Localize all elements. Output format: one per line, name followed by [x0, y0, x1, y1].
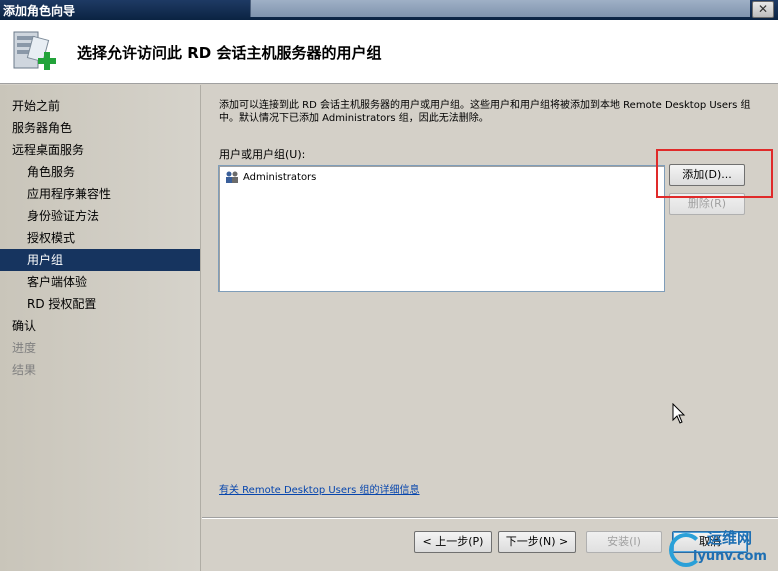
step-role-services[interactable]: 角色服务 [0, 161, 200, 183]
user-group-list[interactable]: Administrators [218, 165, 665, 292]
close-button[interactable]: ✕ [752, 1, 774, 18]
window-title: 添加角色向导 [3, 4, 76, 18]
watermark-logo: 运维网 iyunv.com [669, 527, 774, 569]
more-info-link[interactable]: 有关 Remote Desktop Users 组的详细信息 [219, 481, 420, 496]
user-group-icon [226, 171, 238, 183]
step-confirmation[interactable]: 确认 [0, 315, 200, 337]
previous-button[interactable]: < 上一步(P) [414, 531, 492, 553]
step-progress: 进度 [12, 341, 37, 355]
description-text: 添加可以连接到此 RD 会话主机服务器的用户或用户组。这些用户和用户组将被添加到… [219, 100, 751, 124]
watermark-cn-text: 运维网 [707, 529, 753, 547]
step-application-compatibility[interactable]: 应用程序兼容性 [0, 183, 200, 205]
main-content: 添加可以连接到此 RD 会话主机服务器的用户或用户组。这些用户和用户组将被添加到… [202, 85, 778, 517]
server-add-icon [13, 31, 56, 70]
step-before-you-begin[interactable]: 开始之前 [0, 95, 200, 117]
step-rd-licensing-config[interactable]: RD 授权配置 [0, 293, 200, 315]
annotation-highlight-box [656, 149, 773, 198]
mouse-cursor-icon [672, 403, 686, 424]
install-button: 安装(I) [586, 531, 662, 553]
title-bar: 添加角色向导 ✕ [0, 0, 778, 20]
background-window [250, 0, 750, 17]
step-authentication-method[interactable]: 身份验证方法 [0, 205, 200, 227]
wizard-steps: 开始之前 服务器角色 远程桌面服务 角色服务 应用程序兼容性 身份验证方法 授权… [0, 95, 200, 381]
watermark-en-text: iyunv.com [693, 549, 767, 564]
step-client-experience[interactable]: 客户端体验 [0, 271, 200, 293]
step-remote-desktop-services[interactable]: 远程桌面服务 [0, 139, 200, 161]
wizard-header: 选择允许访问此 RD 会话主机服务器的用户组 [0, 20, 778, 84]
step-user-groups[interactable]: 用户组 [0, 249, 200, 271]
next-button[interactable]: 下一步(N) > [498, 531, 576, 553]
wizard-steps-pane: 开始之前 服务器角色 远程桌面服务 角色服务 应用程序兼容性 身份验证方法 授权… [0, 85, 201, 571]
user-group-list-label: 用户或用户组(U): [219, 148, 306, 161]
step-licensing-mode[interactable]: 授权模式 [0, 227, 200, 249]
list-item-label: Administrators [243, 171, 317, 183]
page-title: 选择允许访问此 RD 会话主机服务器的用户组 [77, 44, 382, 62]
list-item[interactable]: Administrators [224, 169, 316, 185]
step-results: 结果 [12, 363, 37, 377]
step-server-roles[interactable]: 服务器角色 [0, 117, 200, 139]
